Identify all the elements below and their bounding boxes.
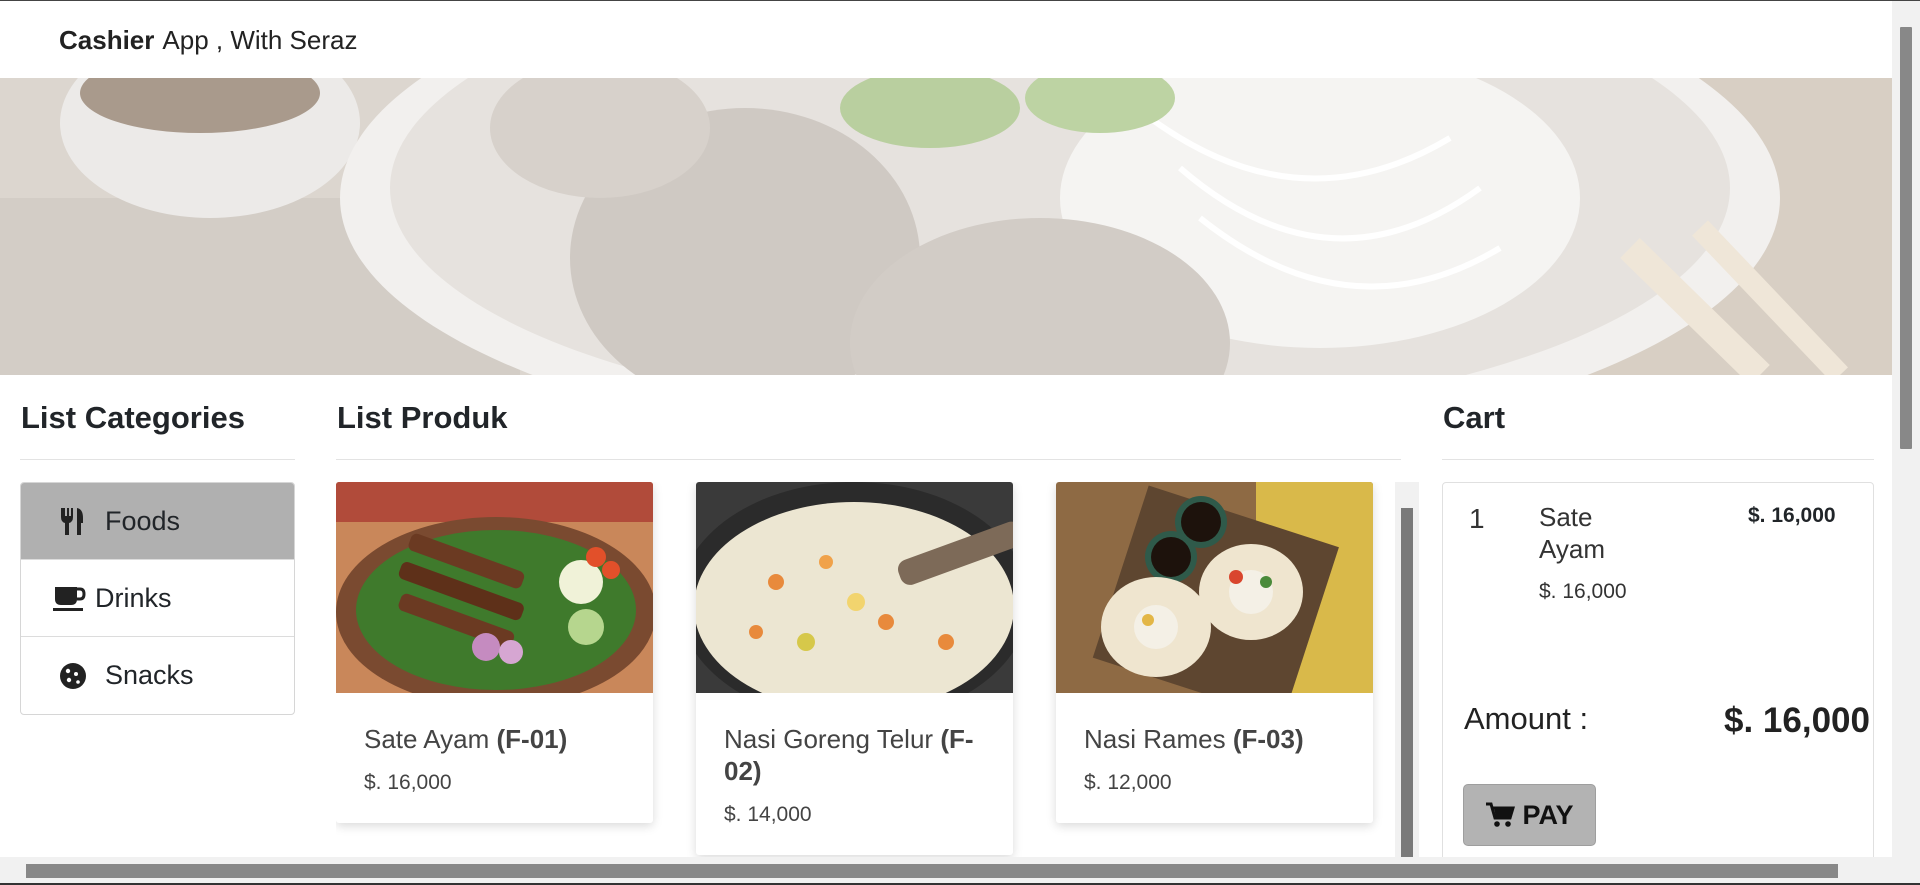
product-price: $. 12,000 bbox=[1084, 771, 1172, 794]
cart-title: Cart bbox=[1443, 400, 1506, 435]
product-image-nasi-rames bbox=[1056, 482, 1373, 693]
product-list-scrollbar-thumb[interactable] bbox=[1401, 508, 1413, 857]
cart-item-price: $. 16,000 bbox=[1539, 580, 1627, 603]
product-code: (F-03) bbox=[1232, 724, 1304, 754]
utensils-icon bbox=[55, 503, 91, 539]
category-item-foods[interactable]: Foods bbox=[21, 483, 294, 560]
hero-banner-image bbox=[0, 78, 1892, 375]
cookie-icon bbox=[55, 658, 91, 694]
product-card[interactable]: Nasi Rames (F-03) $. 12,000 bbox=[1056, 482, 1373, 823]
product-name: Nasi Rames bbox=[1084, 724, 1226, 754]
cart-item-qty: 1 bbox=[1469, 503, 1485, 534]
navbar: Cashier App , With Seraz bbox=[0, 2, 1892, 78]
page-vertical-scrollbar-thumb[interactable] bbox=[1900, 27, 1912, 449]
page-vertical-scrollbar[interactable] bbox=[1892, 1, 1920, 885]
cart-item-name: Sate Ayam bbox=[1539, 502, 1605, 564]
brand-text: App , With Seraz bbox=[162, 24, 358, 55]
category-label: Drinks bbox=[95, 582, 172, 613]
product-name: Nasi Goreng Telur bbox=[724, 724, 934, 754]
product-name-line: Sate Ayam (F-01) bbox=[364, 723, 625, 755]
product-card[interactable]: Nasi Goreng Telur (F-02) $. 14,000 bbox=[696, 482, 1013, 855]
brand-bold: Cashier bbox=[59, 24, 155, 55]
categories-divider bbox=[20, 459, 295, 460]
category-label: Snacks bbox=[105, 660, 194, 690]
product-price: $. 16,000 bbox=[364, 771, 452, 794]
product-name: Sate Ayam bbox=[364, 724, 490, 754]
category-item-drinks[interactable]: Drinks bbox=[21, 560, 294, 637]
mug-icon bbox=[51, 580, 87, 616]
product-name-line: Nasi Rames (F-03) bbox=[1084, 723, 1345, 755]
amount-label: Amount : bbox=[1464, 701, 1589, 736]
product-name-line: Nasi Goreng Telur (F-02) bbox=[724, 723, 985, 787]
page-horizontal-scrollbar[interactable] bbox=[0, 857, 1892, 885]
categories-title: List Categories bbox=[21, 400, 245, 435]
product-card[interactable]: Sate Ayam (F-01) $. 16,000 bbox=[336, 482, 653, 823]
products-title: List Produk bbox=[337, 400, 508, 435]
category-label: Foods bbox=[105, 505, 181, 536]
product-image-sate-ayam bbox=[336, 482, 653, 693]
shopping-cart-icon bbox=[1486, 802, 1516, 827]
pay-label: PAY bbox=[1522, 799, 1574, 830]
cart-divider bbox=[1442, 459, 1874, 460]
cart-item-total: $. 16,000 bbox=[1748, 504, 1836, 527]
pay-button[interactable]: PAY bbox=[1463, 784, 1596, 846]
product-price: $. 14,000 bbox=[724, 803, 812, 826]
page: Cashier App , With Seraz List Categories… bbox=[0, 0, 1920, 885]
page-horizontal-scrollbar-thumb[interactable] bbox=[26, 864, 1838, 878]
category-list: Foods Drinks Snacks bbox=[20, 482, 295, 715]
products-divider bbox=[336, 459, 1401, 460]
amount-value: $. 16,000 bbox=[1724, 701, 1870, 740]
product-code: (F-01) bbox=[496, 724, 568, 754]
category-item-snacks[interactable]: Snacks bbox=[21, 637, 294, 714]
product-list: Sate Ayam (F-01) $. 16,000 Nasi Goreng T… bbox=[336, 482, 1419, 857]
product-image-nasi-goreng-telur bbox=[696, 482, 1013, 693]
